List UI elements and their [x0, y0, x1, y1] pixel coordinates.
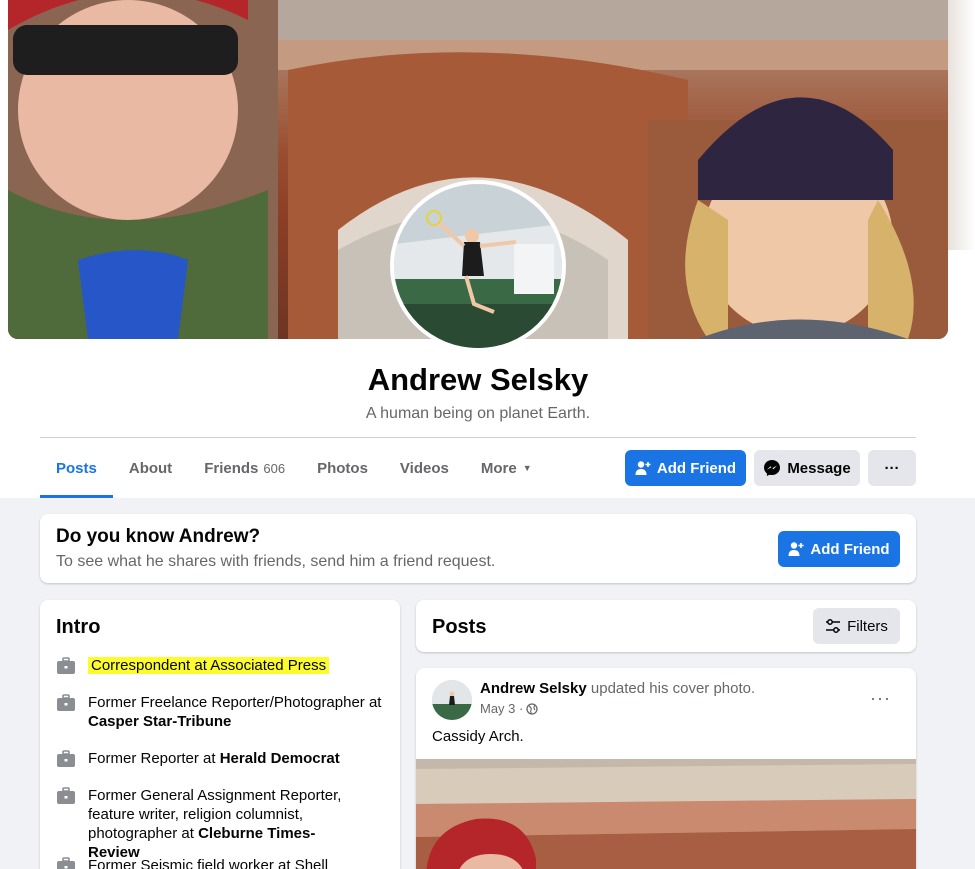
add-friend-label: Add Friend	[656, 459, 737, 477]
post-action-text: updated his cover photo.	[586, 680, 756, 697]
tab-label: Friends	[204, 459, 259, 477]
caret-down-icon: ▼	[522, 463, 532, 473]
briefcase-icon	[56, 787, 76, 805]
tab-videos[interactable]: Videos	[384, 438, 465, 498]
post-meta: May 3 ·	[480, 701, 538, 716]
more-options-button[interactable]: ···	[868, 450, 916, 486]
profile-header: Andrew Selsky A human being on planet Ea…	[0, 0, 975, 498]
know-title: Do you know Andrew?	[56, 526, 261, 547]
post-options-button[interactable]: ···	[870, 688, 891, 709]
filters-icon	[825, 619, 841, 633]
post-author-link[interactable]: Andrew Selsky	[480, 680, 587, 697]
intro-card: Intro Correspondent at Associated Press …	[40, 600, 400, 869]
post-card: Andrew Selsky updated his cover photo. M…	[416, 668, 916, 869]
posts-title: Posts	[432, 616, 487, 638]
intro-item-text: Former Freelance Reporter/Photographer a…	[88, 694, 382, 711]
add-friend-card-button[interactable]: Add Friend	[778, 531, 900, 567]
post-header-text: Andrew Selsky updated his cover photo.	[480, 680, 755, 697]
intro-item: Former Freelance Reporter/Photographer a…	[56, 693, 386, 731]
filters-label: Filters	[847, 617, 888, 635]
messenger-icon	[763, 459, 781, 477]
profile-name: Andrew Selsky	[367, 362, 589, 397]
intro-title: Intro	[56, 616, 101, 638]
posts-header-card: Posts Filters	[416, 600, 916, 652]
intro-item-text: Former Seismic field worker at Shell	[88, 857, 329, 869]
message-label: Message	[787, 459, 851, 477]
add-person-icon	[635, 460, 651, 476]
tab-posts[interactable]: Posts	[40, 438, 113, 498]
profile-tabs: Posts About Friends 606 Photos Videos Mor…	[40, 438, 548, 498]
intro-item: Correspondent at Associated Press	[56, 656, 386, 675]
cover-edge	[948, 0, 975, 250]
tab-label: Posts	[56, 459, 97, 477]
post-date-link[interactable]: May 3 ·	[480, 701, 523, 716]
profile-picture[interactable]	[390, 180, 566, 352]
tab-friends[interactable]: Friends 606	[188, 438, 301, 498]
tab-label: Photos	[317, 459, 368, 477]
intro-item: Former Seismic field worker at Shell	[56, 856, 386, 869]
friends-count: 606	[263, 460, 286, 476]
add-friend-label: Add Friend	[810, 540, 890, 558]
post-photo[interactable]	[416, 759, 916, 869]
intro-item-text[interactable]: Correspondent at Associated Press	[88, 657, 330, 674]
know-subtitle: To see what he shares with friends, send…	[56, 553, 496, 570]
intro-item-text: Former Reporter at	[88, 750, 220, 767]
tab-more[interactable]: More ▼	[465, 438, 548, 498]
post-author-avatar[interactable]	[432, 680, 472, 720]
briefcase-icon	[56, 750, 76, 768]
add-person-icon	[788, 541, 804, 557]
know-person-card: Do you know Andrew? To see what he share…	[40, 514, 916, 583]
intro-item: Former Reporter at Herald Democrat	[56, 749, 386, 768]
profile-bio: A human being on planet Earth.	[365, 405, 591, 422]
briefcase-icon	[56, 694, 76, 712]
add-friend-button[interactable]: Add Friend	[625, 450, 746, 486]
employer-link[interactable]: Casper Star-Tribune	[88, 713, 231, 730]
post-text: Cassidy Arch.	[432, 728, 524, 745]
globe-icon	[526, 702, 538, 715]
message-button[interactable]: Message	[754, 450, 860, 486]
tab-label: About	[128, 459, 173, 477]
tab-photos[interactable]: Photos	[301, 438, 384, 498]
tab-about[interactable]: About	[113, 438, 188, 498]
intro-item: Former General Assignment Reporter, feat…	[56, 786, 386, 862]
tab-label: Videos	[399, 459, 449, 477]
employer-link[interactable]: Herald Democrat	[220, 750, 340, 767]
more-dots-icon: ···	[884, 459, 900, 477]
filters-button[interactable]: Filters	[813, 608, 900, 644]
tab-label: More	[480, 459, 517, 477]
briefcase-icon	[56, 857, 76, 869]
briefcase-icon	[56, 657, 76, 675]
